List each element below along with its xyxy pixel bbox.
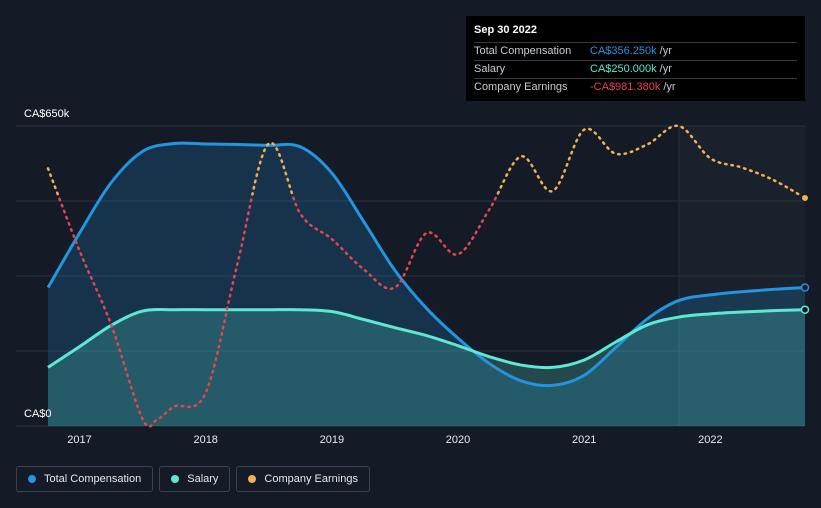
tooltip-label: Salary — [474, 63, 506, 75]
x-tick-label: 2017 — [67, 434, 91, 446]
legend-item-total-compensation[interactable]: Total Compensation — [16, 466, 154, 492]
tooltip-label: Company Earnings — [474, 81, 568, 93]
legend-label: Salary — [187, 473, 219, 485]
tooltip-value: CA$356.250k — [590, 45, 657, 57]
x-axis: 2017 2018 2019 2020 2021 2022 — [67, 434, 722, 446]
x-tick-label: 2022 — [698, 434, 722, 446]
y-axis-min-label: CA$0 — [24, 408, 52, 420]
x-tick-label: 2021 — [572, 434, 596, 446]
legend-item-salary[interactable]: Salary — [159, 466, 231, 492]
tooltip-date: Sep 30 2022 — [474, 24, 537, 36]
tooltip-row-total: Total Compensation CA$356.250k /yr — [474, 42, 797, 60]
x-tick-label: 2018 — [193, 434, 217, 446]
tooltip-unit: /yr — [663, 81, 676, 93]
total-compensation-dot-icon — [28, 475, 36, 483]
tooltip-label: Total Compensation — [474, 45, 572, 57]
tooltip-unit: /yr — [659, 63, 672, 75]
company-earnings-dot-icon — [248, 475, 257, 483]
tooltip-unit: /yr — [659, 45, 672, 57]
salary-endpoint — [800, 305, 810, 314]
tooltip: Sep 30 2022 Total Compensation CA$356.25… — [466, 16, 805, 101]
legend-label: Company Earnings — [264, 473, 358, 485]
total-compensation-endpoint — [800, 283, 810, 292]
tooltip-row-earnings: Company Earnings -CA$981.380k /yr — [474, 78, 797, 96]
x-tick-label: 2020 — [446, 434, 470, 446]
legend-label: Total Compensation — [44, 473, 142, 485]
legend-item-company-earnings[interactable]: Company Earnings — [236, 466, 370, 492]
tooltip-value: CA$250.000k — [590, 63, 657, 75]
tooltip-value: -CA$981.380k — [590, 81, 661, 93]
salary-dot-icon — [171, 475, 180, 483]
company-earnings-endpoint — [801, 194, 809, 202]
y-axis-max-label: CA$650k — [24, 108, 70, 120]
x-tick-label: 2019 — [320, 434, 344, 446]
tooltip-row-salary: Salary CA$250.000k /yr — [474, 60, 797, 78]
legend: Total Compensation Salary Company Earnin… — [16, 466, 370, 492]
